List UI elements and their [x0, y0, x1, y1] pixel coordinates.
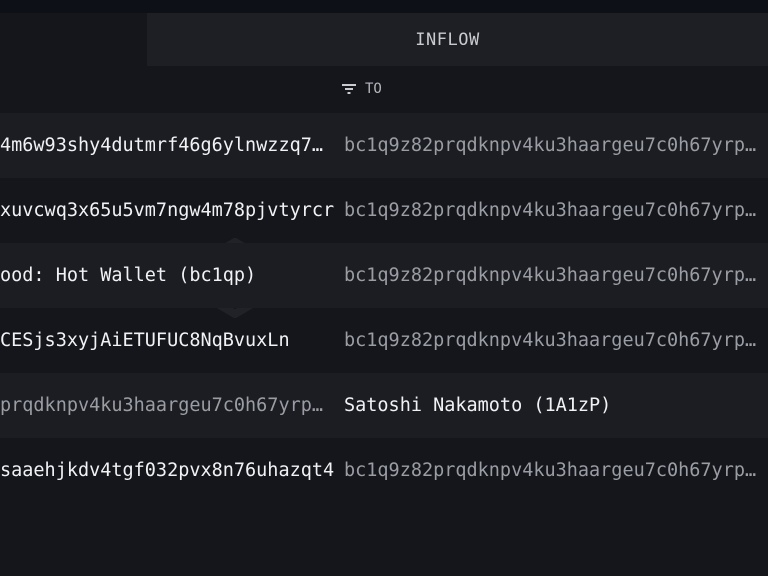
from-address[interactable]: saaehjkdv4tgf032pvx8n76uhazqt4 [0, 460, 336, 481]
table-row[interactable]: 4m6w93shy4dutmrf46g6ylnwzzq7… bc1q9z82prq… [0, 113, 768, 178]
filter-icon[interactable] [342, 83, 356, 95]
to-column-header[interactable]: TO [342, 78, 382, 100]
from-address[interactable]: 4m6w93shy4dutmrf46g6ylnwzzq7… [0, 135, 336, 156]
table-row[interactable]: prqdknpv4ku3haargeu7c0h67yrp… Satoshi Nak… [0, 373, 768, 438]
table-row[interactable]: ood: Hot Wallet (bc1qp) bc1q9z82prqdknpv4… [0, 243, 768, 308]
to-address[interactable]: bc1q9z82prqdknpv4ku3haargeu7c0h67yrp… [344, 265, 764, 286]
to-entity[interactable]: Satoshi Nakamoto (1A1zP) [344, 395, 764, 416]
to-address[interactable]: bc1q9z82prqdknpv4ku3haargeu7c0h67yrp… [344, 135, 764, 156]
to-column-label: TO [365, 81, 382, 97]
from-entity[interactable]: ood: Hot Wallet (bc1qp) [0, 265, 336, 286]
transfers-table: 4m6w93shy4dutmrf46g6ylnwzzq7… bc1q9z82prq… [0, 113, 768, 503]
table-row[interactable]: xuvcwq3x65u5vm7ngw4m78pjvtyrcr bc1q9z82pr… [0, 178, 768, 243]
top-bar [0, 0, 768, 13]
to-address[interactable]: bc1q9z82prqdknpv4ku3haargeu7c0h67yrp… [344, 460, 764, 481]
table-row[interactable]: CESjs3xyjAiETUFUC8NqBvuxLn bc1q9z82prqdkn… [0, 308, 768, 373]
from-address[interactable]: CESjs3xyjAiETUFUC8NqBvuxLn [0, 330, 336, 351]
to-address[interactable]: bc1q9z82prqdknpv4ku3haargeu7c0h67yrp… [344, 330, 764, 351]
from-address[interactable]: xuvcwq3x65u5vm7ngw4m78pjvtyrcr [0, 200, 336, 221]
inflow-header: INFLOW [147, 13, 768, 66]
to-address[interactable]: bc1q9z82prqdknpv4ku3haargeu7c0h67yrp… [344, 200, 764, 221]
from-address[interactable]: prqdknpv4ku3haargeu7c0h67yrp… [0, 395, 336, 416]
inflow-title: INFLOW [415, 29, 480, 50]
table-row[interactable]: saaehjkdv4tgf032pvx8n76uhazqt4 bc1q9z82pr… [0, 438, 768, 503]
